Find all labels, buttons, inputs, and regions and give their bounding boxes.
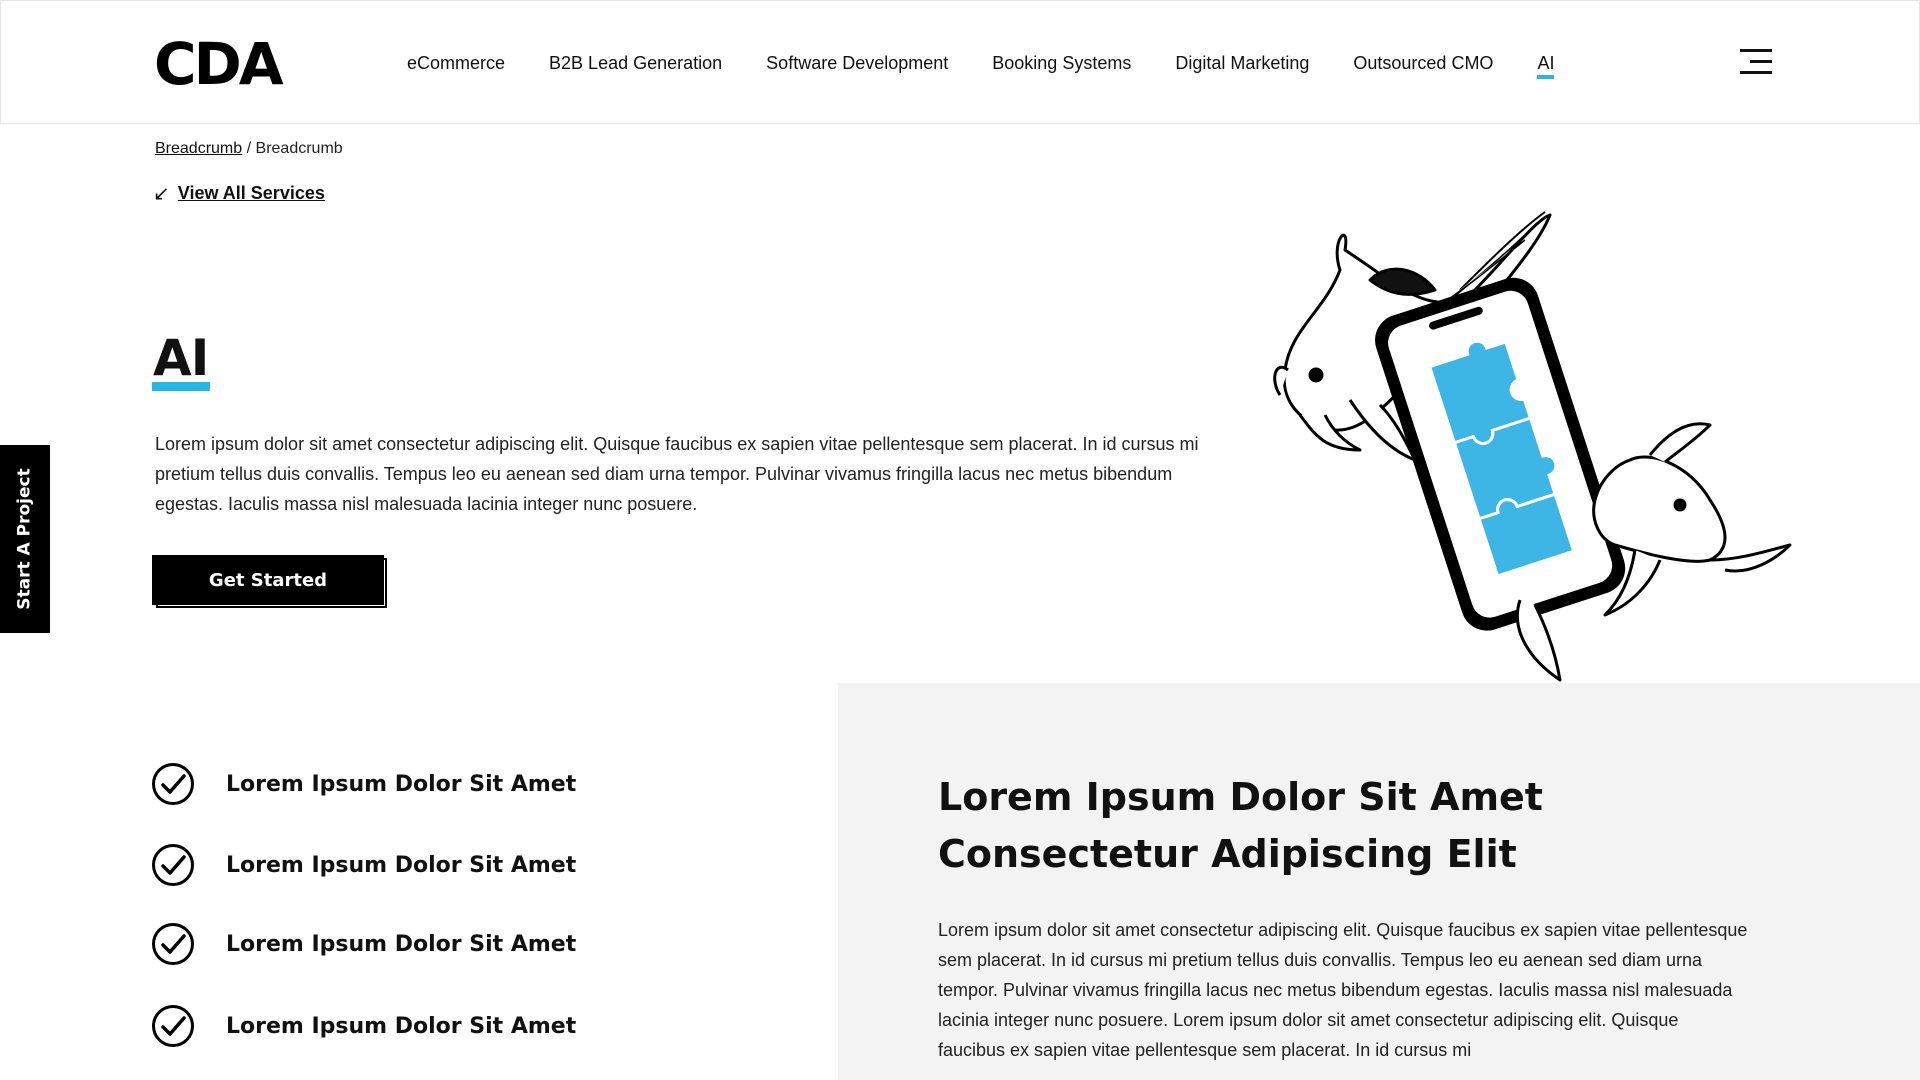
main-nav: eCommerce B2B Lead Generation Software D…	[407, 51, 1555, 79]
start-project-label: Start A Project	[15, 468, 35, 610]
nav-outsourced-cmo[interactable]: Outsourced CMO	[1353, 51, 1493, 79]
view-all-services-link[interactable]: ↙ View All Services	[153, 181, 325, 206]
info-panel: Lorem Ipsum Dolor Sit Amet Consectetur A…	[838, 683, 1920, 1080]
nav-b2b-lead-generation[interactable]: B2B Lead Generation	[549, 51, 722, 79]
panel-title: Lorem Ipsum Dolor Sit Amet Consectetur A…	[938, 775, 1543, 876]
check-circle-icon	[152, 923, 194, 965]
logo[interactable]: CDA	[154, 34, 284, 94]
breadcrumb-separator: /	[246, 140, 252, 157]
nav-software-development[interactable]: Software Development	[766, 51, 948, 79]
nav-ai[interactable]: AI	[1537, 51, 1555, 79]
page-title-text: AI	[153, 329, 209, 387]
check-circle-icon	[152, 763, 194, 805]
panel-text: Lorem ipsum dolor sit amet consectetur a…	[938, 920, 1748, 1060]
view-all-services-label: View All Services	[177, 183, 325, 203]
arrow-down-left-icon: ↙	[153, 183, 170, 205]
check-circle-icon	[152, 844, 194, 886]
list-item: Lorem Ipsum Dolor Sit Amet	[151, 843, 576, 887]
list-item: Lorem Ipsum Dolor Sit Amet	[151, 762, 576, 806]
list-item: Lorem Ipsum Dolor Sit Amet	[151, 1004, 576, 1048]
breadcrumb-current: Breadcrumb	[255, 140, 343, 157]
breadcrumb: Breadcrumb / Breadcrumb	[155, 140, 343, 158]
hero-description: Lorem ipsum dolor sit amet consectetur a…	[155, 434, 1199, 514]
koi-phone-illustration	[1273, 211, 1792, 682]
nav-digital-marketing[interactable]: Digital Marketing	[1175, 51, 1309, 79]
page-title: AI	[152, 329, 211, 391]
list-item-text: Lorem Ipsum Dolor Sit Amet	[226, 1013, 577, 1039]
nav-ecommerce[interactable]: eCommerce	[407, 51, 505, 79]
get-started-button[interactable]: Get Started	[152, 555, 384, 605]
check-circle-icon	[152, 1005, 194, 1047]
nav-booking-systems[interactable]: Booking Systems	[992, 51, 1131, 79]
breadcrumb-link[interactable]: Breadcrumb	[155, 140, 242, 157]
list-item-text: Lorem Ipsum Dolor Sit Amet	[226, 771, 577, 797]
list-item: Lorem Ipsum Dolor Sit Amet	[151, 922, 576, 966]
hamburger-icon[interactable]	[1740, 49, 1772, 75]
start-project-tab[interactable]: Start A Project	[0, 445, 50, 633]
list-item-text: Lorem Ipsum Dolor Sit Amet	[226, 931, 577, 957]
list-item-text: Lorem Ipsum Dolor Sit Amet	[226, 852, 577, 878]
site-header: CDA eCommerce B2B Lead Generation Softwa…	[0, 0, 1920, 124]
